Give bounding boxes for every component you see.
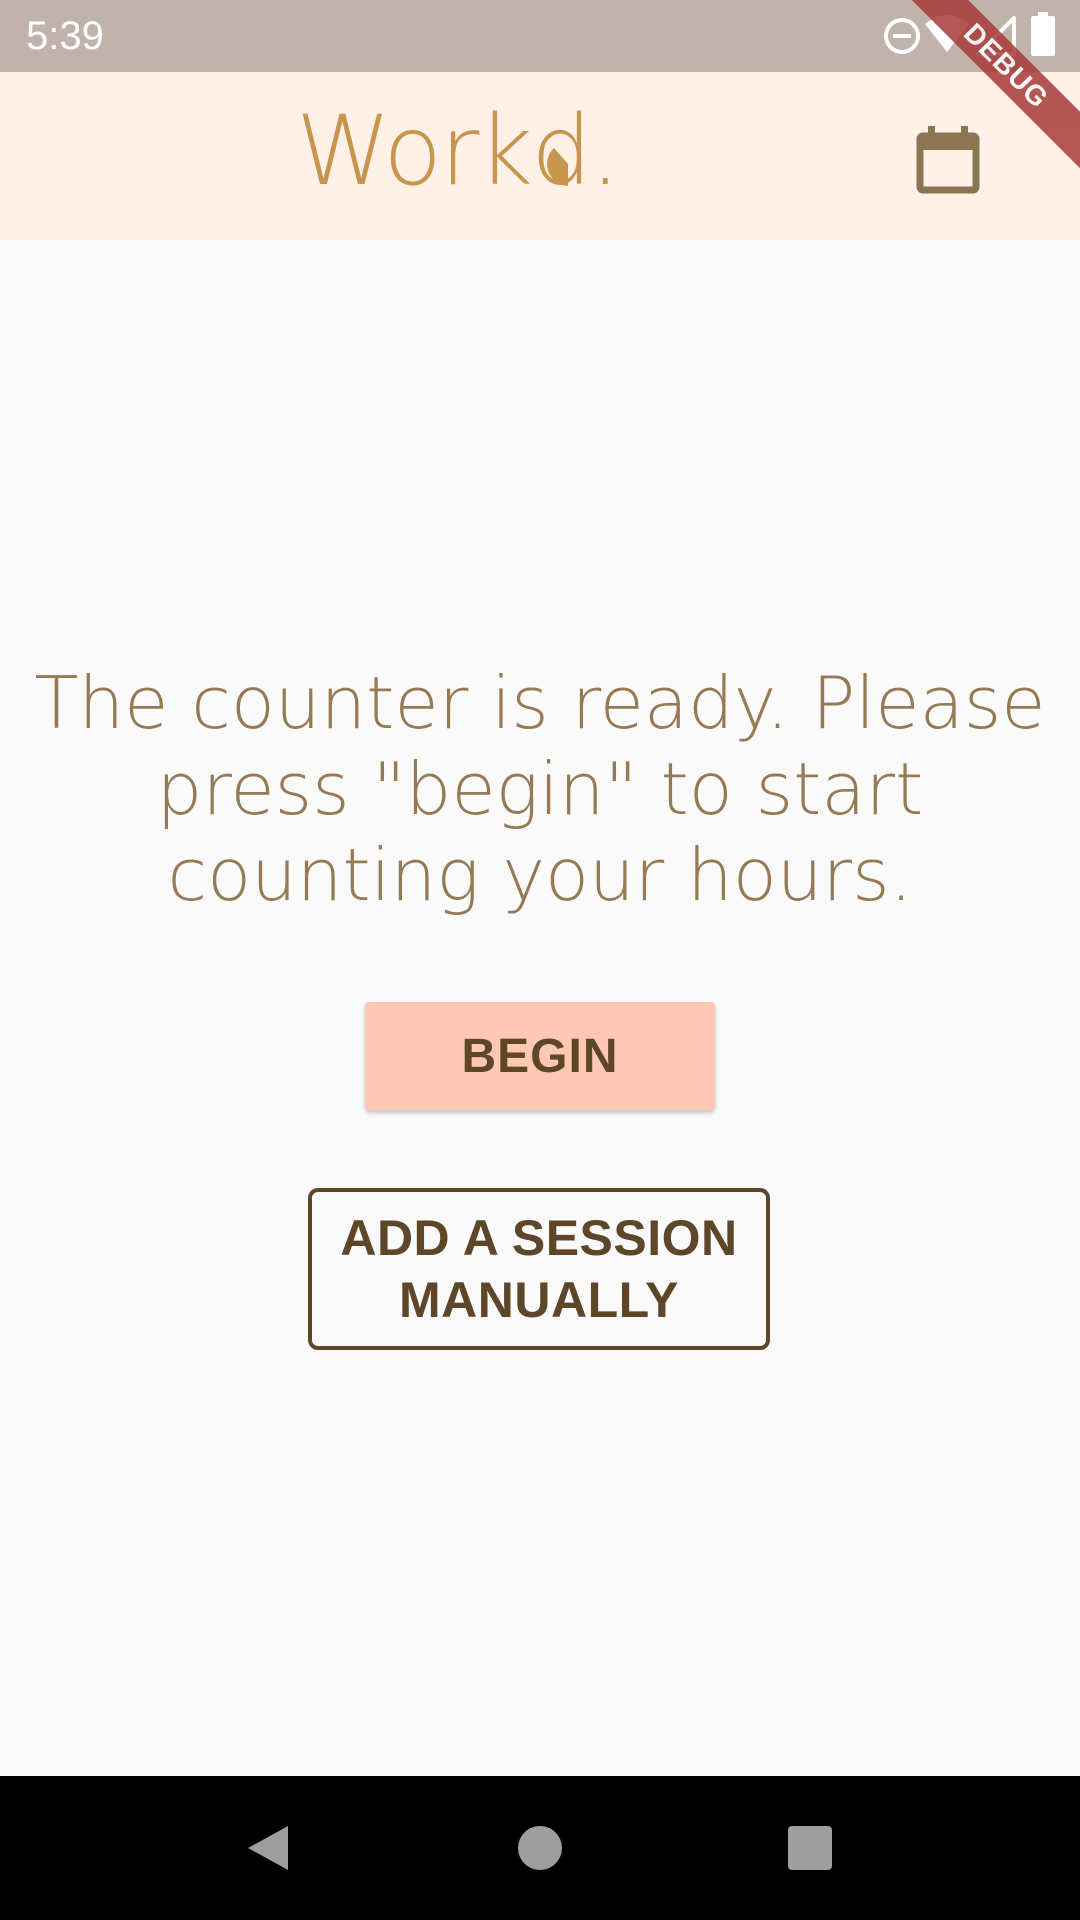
counter-message: The counter is ready. Please press "begi… (34, 661, 1046, 917)
calendar-button[interactable] (890, 112, 1006, 208)
home-button[interactable] (504, 1812, 576, 1884)
do-not-disturb-icon (884, 18, 920, 54)
app-screen: 5:39 Workd. DEBUG The counter is ready. … (0, 0, 1080, 1920)
battery-icon (1031, 12, 1055, 56)
wifi-icon (925, 15, 969, 52)
calendar-icon (916, 126, 980, 194)
logo-text: Workd. (296, 102, 616, 207)
app-bar: Workd. (0, 72, 1080, 240)
begin-button[interactable]: BEGIN (365, 1002, 715, 1110)
back-button[interactable] (232, 1812, 304, 1884)
home-icon (518, 1826, 562, 1870)
status-bar: 5:39 (0, 0, 1080, 72)
recents-icon (788, 1826, 832, 1870)
status-time: 5:39 (26, 14, 104, 58)
navigation-bar (0, 1776, 1080, 1920)
main-content: The counter is ready. Please press "begi… (0, 240, 1080, 1776)
recents-button[interactable] (774, 1812, 846, 1884)
add-session-manually-button[interactable]: ADD A SESSION MANUALLY (308, 1188, 770, 1350)
back-icon (248, 1826, 288, 1870)
app-logo: Workd. (296, 102, 616, 207)
signal-icon (976, 16, 1016, 56)
